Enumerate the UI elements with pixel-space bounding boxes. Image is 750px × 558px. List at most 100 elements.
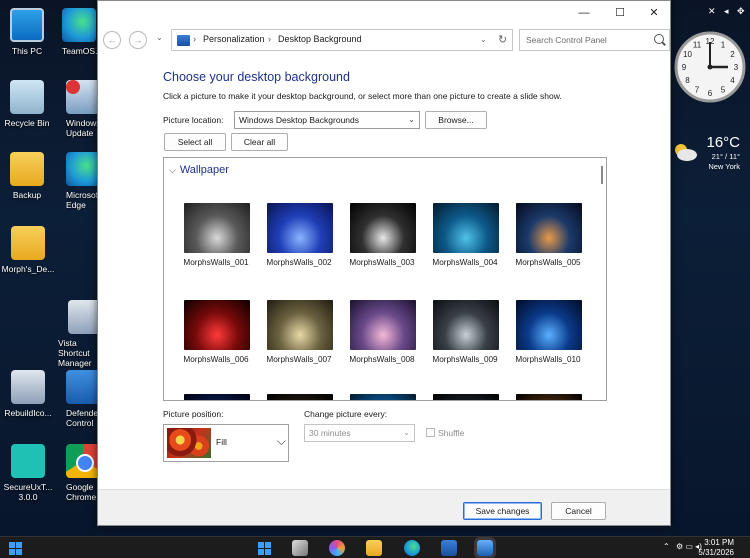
- clear-all-button[interactable]: Clear all: [231, 133, 288, 151]
- wallpaper-image[interactable]: [267, 203, 333, 253]
- control-panel-taskbar-icon[interactable]: [474, 537, 496, 558]
- address-bar: ← → ⌄ › Personalization › Desktop Backgr…: [98, 25, 670, 55]
- desktop-icon-vista-shortcut[interactable]: Vista Shortcut Manager: [58, 300, 98, 368]
- wallpaper-thumbnail[interactable]: MorphsWalls_001: [174, 203, 258, 267]
- wallpaper-image[interactable]: [267, 300, 333, 350]
- clock-face: 12 1234567891011: [674, 31, 746, 103]
- wallpaper-thumbnail[interactable]: [506, 394, 590, 400]
- wallpaper-image[interactable]: [350, 203, 416, 253]
- desktop-icon-secureuxtheme[interactable]: SecureUxT... 3.0.0: [0, 444, 60, 502]
- chevron-down-icon[interactable]: ⌄: [480, 35, 487, 44]
- wallpaper-thumbnail[interactable]: MorphsWalls_007: [257, 300, 341, 364]
- gadget-controls[interactable]: ✕ ◂ ✥: [708, 6, 748, 17]
- desktop-icon-morphs-de[interactable]: Morph's_De...: [0, 226, 60, 274]
- wallpaper-thumbnail[interactable]: [340, 394, 424, 400]
- wallpaper-thumbnail[interactable]: MorphsWalls_009: [423, 300, 507, 364]
- shortcut-manager-icon: [68, 300, 98, 334]
- desktop-icon-teamos[interactable]: TeamOS...: [62, 8, 98, 56]
- taskbar-clock[interactable]: 3:01 PM 5/31/2026: [698, 538, 734, 558]
- maximize-button[interactable]: ☐: [602, 1, 638, 25]
- checkbox-box[interactable]: [426, 428, 435, 437]
- tray-overflow-icon[interactable]: ⌃: [663, 542, 670, 551]
- shuffle-checkbox[interactable]: Shuffle: [426, 428, 464, 438]
- windows-start-icon[interactable]: [258, 542, 271, 555]
- wallpaper-image[interactable]: [516, 300, 582, 350]
- wallpaper-thumbnail[interactable]: MorphsWalls_005: [506, 203, 590, 267]
- wallpaper-thumbnail[interactable]: MorphsWalls_010: [506, 300, 590, 364]
- wallpaper-image[interactable]: [267, 394, 333, 400]
- desktop-icon-label: This PC: [11, 46, 43, 56]
- wallpaper-image[interactable]: [350, 394, 416, 400]
- breadcrumb-item-desktop-background[interactable]: Desktop Background: [278, 34, 362, 44]
- wallpaper-thumbnail[interactable]: [257, 394, 341, 400]
- refresh-button[interactable]: ↻: [498, 33, 507, 46]
- breadcrumb[interactable]: › Personalization › Desktop Background ⌄…: [171, 29, 513, 51]
- desktop-icon-backup[interactable]: Backup: [0, 152, 58, 200]
- minimize-button[interactable]: —: [566, 1, 602, 25]
- search-input[interactable]: [520, 30, 650, 50]
- recent-locations-dropdown[interactable]: ⌄: [156, 33, 163, 42]
- taskbar: ⌃ ⚙ ▭ ◂) 3:01 PM 5/31/2026: [0, 536, 750, 558]
- clock-numeral: 3: [734, 63, 739, 72]
- desktop-icon-recycle-bin[interactable]: Recycle Bin: [0, 80, 58, 128]
- store-icon[interactable]: [441, 540, 457, 556]
- browse-button[interactable]: Browse...: [425, 111, 487, 129]
- wallpaper-image[interactable]: [184, 203, 250, 253]
- desktop-icon-label: Morph's_De...: [1, 264, 55, 274]
- wallpaper-image[interactable]: [433, 203, 499, 253]
- change-picture-interval-dropdown[interactable]: 30 minutes ⌄: [304, 424, 415, 442]
- picture-location-dropdown[interactable]: Windows Desktop Backgrounds ⌄: [234, 111, 420, 129]
- wallpaper-image[interactable]: [516, 394, 582, 400]
- wallpaper-image[interactable]: [433, 394, 499, 400]
- wallpaper-thumbnail[interactable]: MorphsWalls_002: [257, 203, 341, 267]
- wallpaper-image[interactable]: [184, 394, 250, 400]
- vertical-scrollbar[interactable]: [601, 166, 603, 184]
- clock-numeral: 1: [721, 41, 726, 50]
- wallpaper-thumbnail[interactable]: MorphsWalls_003: [340, 203, 424, 267]
- search-box[interactable]: [519, 29, 670, 51]
- file-explorer-icon[interactable]: [366, 540, 382, 556]
- desktop-icon-this-pc[interactable]: This PC: [0, 8, 58, 56]
- search-icon[interactable]: [654, 34, 664, 44]
- clock-numeral: 2: [730, 50, 735, 59]
- breadcrumb-separator: ›: [193, 34, 196, 44]
- close-button[interactable]: ✕: [636, 1, 672, 25]
- cancel-button[interactable]: Cancel: [551, 502, 606, 520]
- wallpaper-image[interactable]: [350, 300, 416, 350]
- back-button[interactable]: ←: [103, 31, 121, 49]
- chevron-down-icon: ⌵: [169, 165, 176, 175]
- group-header-wallpaper[interactable]: ⌵ Wallpaper: [169, 164, 229, 176]
- wallpaper-thumbnail[interactable]: MorphsWalls_006: [174, 300, 258, 364]
- wallpaper-image[interactable]: [433, 300, 499, 350]
- picture-location-value: Windows Desktop Backgrounds: [239, 115, 360, 125]
- wallpaper-thumbnail[interactable]: MorphsWalls_008: [340, 300, 424, 364]
- copilot-icon[interactable]: [329, 540, 345, 556]
- wallpaper-thumbnail[interactable]: [423, 394, 507, 400]
- wallpaper-gallery[interactable]: ⌵ Wallpaper MorphsWalls_001 MorphsWalls_00…: [163, 157, 607, 401]
- save-changes-button[interactable]: Save changes: [463, 502, 542, 520]
- folder-icon: [11, 226, 45, 260]
- weather-range: 21° / 11°: [711, 152, 740, 161]
- edge-icon: [66, 152, 100, 186]
- title-bar[interactable]: — ☐ ✕: [98, 1, 670, 25]
- wallpaper-label: MorphsWalls_001: [183, 258, 249, 267]
- clock-gadget[interactable]: 12 1 2 3 4 5 6 7 8 9 10 11: [673, 24, 747, 110]
- weather-gadget[interactable]: 16°C 21° / 11° New York: [672, 132, 748, 178]
- breadcrumb-item-personalization[interactable]: Personalization: [203, 34, 265, 44]
- forward-button[interactable]: →: [129, 31, 147, 49]
- picture-location-label: Picture location:: [163, 115, 224, 125]
- select-all-button[interactable]: Select all: [164, 133, 226, 151]
- wallpaper-image[interactable]: [184, 300, 250, 350]
- wallpaper-image[interactable]: [516, 203, 582, 253]
- start-button[interactable]: [9, 542, 22, 555]
- edge-icon[interactable]: [404, 540, 420, 556]
- desktop-background-window: — ☐ ✕ ← → ⌄ › Personalization › Desktop …: [97, 0, 671, 526]
- clock-numeral: 11: [693, 41, 702, 50]
- wallpaper-thumbnail[interactable]: [174, 394, 258, 400]
- wallpaper-label: MorphsWalls_005: [515, 258, 581, 267]
- wallpaper-thumbnail[interactable]: MorphsWalls_004: [423, 203, 507, 267]
- picture-position-dropdown[interactable]: Fill ⌵: [163, 424, 289, 462]
- folder-icon: [10, 152, 44, 186]
- task-view-icon[interactable]: [292, 540, 308, 556]
- desktop-icon-rebuildico[interactable]: RebuildIco...: [0, 370, 60, 418]
